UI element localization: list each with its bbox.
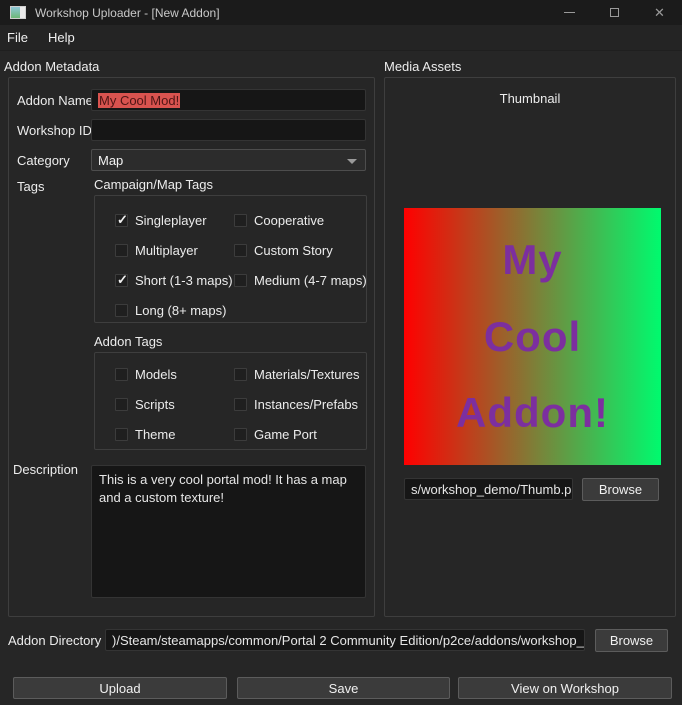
checkbox-custom-story[interactable]: Custom Story xyxy=(234,243,367,258)
checkbox-label: Theme xyxy=(135,427,175,442)
addon-tags-group: Models Materials/Textures Scripts Instan… xyxy=(94,352,367,450)
addon-metadata-group: Addon Name My Cool Mod! Workshop ID Cate… xyxy=(8,77,375,617)
checkbox-scripts[interactable]: Scripts xyxy=(115,397,234,412)
checkbox-icon[interactable] xyxy=(234,244,247,257)
checkbox-icon[interactable] xyxy=(115,274,128,287)
checkbox-label: Singleplayer xyxy=(135,213,207,228)
minimize-button[interactable] xyxy=(547,0,592,25)
checkbox-icon[interactable] xyxy=(115,398,128,411)
checkbox-instances-prefabs[interactable]: Instances/Prefabs xyxy=(234,397,360,412)
menu-help[interactable]: Help xyxy=(38,25,85,50)
save-button[interactable]: Save xyxy=(237,677,450,699)
addon-name-label: Addon Name xyxy=(17,93,93,108)
title-bar: Workshop Uploader - [New Addon] ✕ xyxy=(0,0,682,25)
checkbox-theme[interactable]: Theme xyxy=(115,427,234,442)
addon-directory-input[interactable]: )/Steam/steamapps/common/Portal 2 Commun… xyxy=(105,629,585,651)
checkbox-icon[interactable] xyxy=(234,368,247,381)
workshop-uploader-window: Workshop Uploader - [New Addon] ✕ File H… xyxy=(0,0,682,705)
minimize-icon xyxy=(564,12,575,13)
addon-directory-browse-button[interactable]: Browse xyxy=(595,629,668,652)
thumbnail-text-line: Addon! xyxy=(456,389,609,437)
checkbox-label: Game Port xyxy=(254,427,317,442)
checkbox-multiplayer[interactable]: Multiplayer xyxy=(115,243,234,258)
workshop-id-input[interactable] xyxy=(91,119,366,141)
checkbox-models[interactable]: Models xyxy=(115,367,234,382)
checkbox-icon[interactable] xyxy=(234,428,247,441)
checkbox-label: Models xyxy=(135,367,177,382)
checkbox-materials-textures[interactable]: Materials/Textures xyxy=(234,367,360,382)
campaign-tags-title: Campaign/Map Tags xyxy=(94,177,213,192)
menu-bar: File Help xyxy=(0,25,682,51)
checkbox-short-maps[interactable]: Short (1-3 maps) xyxy=(115,273,234,288)
checkbox-label: Medium (4-7 maps) xyxy=(254,273,367,288)
category-label: Category xyxy=(17,153,70,168)
thumbnail-path-input[interactable]: s/workshop_demo/Thumb.png xyxy=(404,478,573,500)
checkbox-icon[interactable] xyxy=(115,214,128,227)
checkbox-label: Materials/Textures xyxy=(254,367,359,382)
checkbox-label: Long (8+ maps) xyxy=(135,303,226,318)
checkbox-singleplayer[interactable]: Singleplayer xyxy=(115,213,234,228)
addon-tags-title: Addon Tags xyxy=(94,334,162,349)
addon-metadata-section-title: Addon Metadata xyxy=(4,59,99,74)
thumbnail-text-line: My xyxy=(502,236,562,284)
checkbox-icon[interactable] xyxy=(115,304,128,317)
checkbox-icon[interactable] xyxy=(115,244,128,257)
checkbox-icon[interactable] xyxy=(234,398,247,411)
tags-label: Tags xyxy=(17,179,44,194)
category-value: Map xyxy=(98,153,123,168)
description-textarea[interactable]: This is a very cool portal mod! It has a… xyxy=(91,465,366,598)
thumbnail-image: My Cool Addon! xyxy=(404,208,661,465)
workshop-id-label: Workshop ID xyxy=(17,123,92,138)
thumbnail-path-value: s/workshop_demo/Thumb.png xyxy=(411,482,573,497)
checkbox-cooperative[interactable]: Cooperative xyxy=(234,213,367,228)
checkbox-label: Scripts xyxy=(135,397,175,412)
window-title: Workshop Uploader - [New Addon] xyxy=(35,6,220,20)
app-icon xyxy=(10,6,26,19)
checkbox-label: Short (1-3 maps) xyxy=(135,273,233,288)
media-assets-section-title: Media Assets xyxy=(384,59,461,74)
campaign-tags-group: Singleplayer Cooperative Multiplayer Cus… xyxy=(94,195,367,323)
category-dropdown[interactable]: Map xyxy=(91,149,366,171)
close-button[interactable]: ✕ xyxy=(637,0,682,25)
checkbox-label: Custom Story xyxy=(254,243,333,258)
window-controls: ✕ xyxy=(547,0,682,25)
chevron-down-icon xyxy=(347,159,357,164)
checkbox-game-port[interactable]: Game Port xyxy=(234,427,360,442)
addon-name-input[interactable]: My Cool Mod! xyxy=(91,89,366,111)
addon-directory-label: Addon Directory xyxy=(8,633,101,648)
checkbox-icon[interactable] xyxy=(115,428,128,441)
addon-directory-value: )/Steam/steamapps/common/Portal 2 Commun… xyxy=(112,633,585,648)
description-label: Description xyxy=(13,462,78,477)
media-assets-group: Thumbnail My Cool Addon! s/workshop_demo… xyxy=(384,77,676,617)
maximize-button[interactable] xyxy=(592,0,637,25)
maximize-icon xyxy=(610,8,619,17)
close-icon: ✕ xyxy=(654,5,665,21)
menu-file[interactable]: File xyxy=(0,25,38,50)
checkbox-label: Multiplayer xyxy=(135,243,198,258)
checkbox-icon[interactable] xyxy=(234,274,247,287)
thumbnail-browse-button[interactable]: Browse xyxy=(582,478,659,501)
checkbox-icon[interactable] xyxy=(234,214,247,227)
checkbox-label: Cooperative xyxy=(254,213,324,228)
addon-name-value: My Cool Mod! xyxy=(98,93,180,108)
upload-button[interactable]: Upload xyxy=(13,677,227,699)
view-on-workshop-button[interactable]: View on Workshop xyxy=(458,677,672,699)
thumbnail-text-line: Cool xyxy=(484,313,581,361)
checkbox-icon[interactable] xyxy=(115,368,128,381)
checkbox-label: Instances/Prefabs xyxy=(254,397,358,412)
checkbox-medium-maps[interactable]: Medium (4-7 maps) xyxy=(234,273,367,288)
thumbnail-label: Thumbnail xyxy=(385,91,675,106)
checkbox-long-maps[interactable]: Long (8+ maps) xyxy=(115,303,234,318)
